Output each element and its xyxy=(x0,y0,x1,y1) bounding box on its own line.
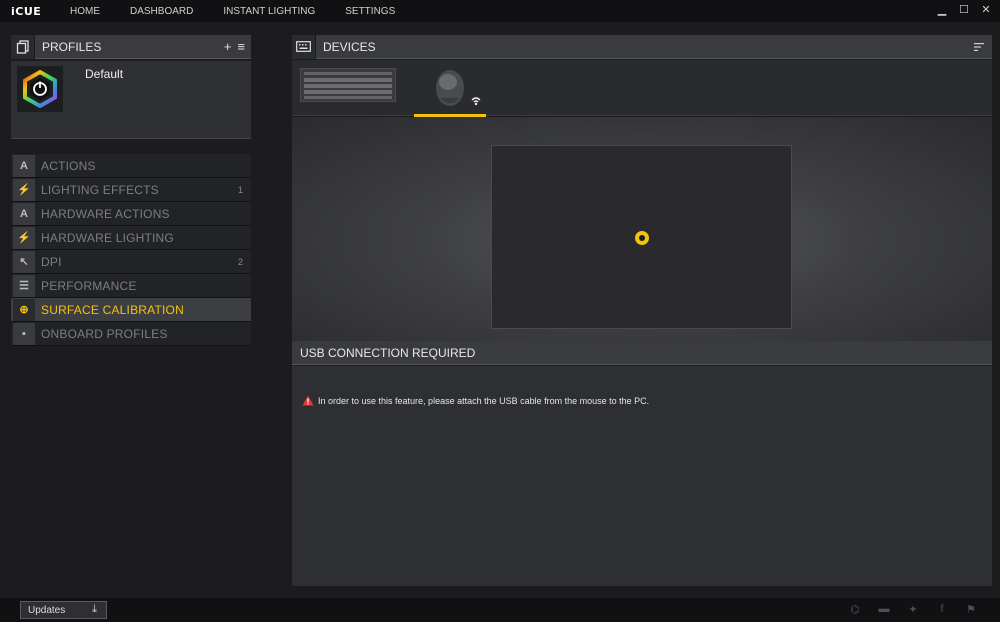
profile-thumbnail xyxy=(17,66,63,112)
status-bar: Updates ⤓ ⌬ ▬ ✦ f ⚑ xyxy=(0,598,1000,622)
nav-home[interactable]: HOME xyxy=(70,6,100,17)
window-controls: ▁ ☐ ✕ xyxy=(936,3,992,16)
dpi-count: 2 xyxy=(237,256,243,267)
menu-onboard-profiles[interactable]: ▪ ONBOARD PROFILES xyxy=(11,322,251,346)
hardware-actions-icon: A xyxy=(13,202,35,225)
profile-default[interactable]: Default xyxy=(11,61,251,139)
lighting-effects-count: 1 xyxy=(237,184,243,195)
maximize-icon[interactable]: ☐ xyxy=(958,3,970,16)
menu-actions[interactable]: A ACTIONS xyxy=(11,154,251,178)
keyboard-device-icon xyxy=(299,67,397,103)
left-panel: PROFILES + ≡ Default A ACTIONS ⚡ LIGHTIN… xyxy=(11,34,251,346)
usb-title: USB CONNECTION REQUIRED xyxy=(300,345,476,360)
usb-panel: In order to use this feature, please att… xyxy=(292,366,992,586)
app-logo: iCUE xyxy=(11,4,42,18)
profiles-icon xyxy=(11,34,35,59)
calibration-stage xyxy=(292,117,992,341)
wireless-mouse-icon xyxy=(436,70,481,106)
corsair-icon[interactable]: ⚑ xyxy=(964,603,978,616)
feature-menu: A ACTIONS ⚡ LIGHTING EFFECTS 1 A HARDWAR… xyxy=(11,154,251,346)
menu-surface-calibration[interactable]: ⊕ SURFACE CALIBRATION xyxy=(11,298,251,322)
warning-icon xyxy=(302,395,314,406)
profile-name: Default xyxy=(85,67,124,81)
forum-icon[interactable]: ⌬ xyxy=(848,603,862,616)
lightning-icon: ⚡ xyxy=(13,178,35,201)
devices-title: DEVICES xyxy=(323,39,376,54)
profiles-header: PROFILES + ≡ xyxy=(11,34,251,59)
updates-label: Updates xyxy=(28,604,66,616)
nav-settings[interactable]: SETTINGS xyxy=(345,6,395,17)
menu-lighting-effects[interactable]: ⚡ LIGHTING EFFECTS 1 xyxy=(11,178,251,202)
menu-dpi[interactable]: ↖ DPI 2 xyxy=(11,250,251,274)
nav-dashboard[interactable]: DASHBOARD xyxy=(130,6,193,17)
device-strip xyxy=(292,60,992,117)
performance-icon: ☰ xyxy=(13,274,35,297)
minimize-icon[interactable]: ▁ xyxy=(936,3,948,16)
profiles-title: PROFILES xyxy=(42,39,102,54)
devices-header: DEVICES xyxy=(292,34,992,59)
actions-icon: A xyxy=(13,154,35,177)
hardware-lightning-icon: ⚡ xyxy=(13,226,35,249)
keyboard-icon xyxy=(292,34,316,59)
usb-message-text: In order to use this feature, please att… xyxy=(318,395,650,406)
usb-header: USB CONNECTION REQUIRED xyxy=(292,341,992,365)
menu-hardware-actions[interactable]: A HARDWARE ACTIONS xyxy=(11,202,251,226)
keyboard-device[interactable] xyxy=(299,67,397,103)
chat-icon[interactable]: ▬ xyxy=(877,603,891,616)
twitter-icon[interactable]: ✦ xyxy=(906,603,920,616)
calibration-target[interactable] xyxy=(635,231,649,245)
title-bar: iCUE HOME DASHBOARD INSTANT LIGHTING SET… xyxy=(0,0,1000,22)
menu-hardware-lighting[interactable]: ⚡ HARDWARE LIGHTING xyxy=(11,226,251,250)
calibration-surface[interactable] xyxy=(491,145,792,329)
usb-message: In order to use this feature, please att… xyxy=(302,395,649,406)
devices-menu-icon[interactable] xyxy=(974,38,984,56)
close-icon[interactable]: ✕ xyxy=(980,3,992,16)
social-links: ⌬ ▬ ✦ f ⚑ xyxy=(848,603,978,616)
onboard-profile-icon: ▪ xyxy=(13,322,35,345)
add-profile-icon[interactable]: + xyxy=(224,39,232,54)
facebook-icon[interactable]: f xyxy=(935,603,949,616)
menu-performance[interactable]: ☰ PERFORMANCE xyxy=(11,274,251,298)
updates-button[interactable]: Updates ⤓ xyxy=(20,601,107,619)
nav-instant-lighting[interactable]: INSTANT LIGHTING xyxy=(223,6,315,17)
cursor-icon: ↖ xyxy=(13,250,35,273)
crosshair-icon: ⊕ xyxy=(13,298,35,321)
download-icon: ⤓ xyxy=(92,603,97,615)
mouse-device-selected[interactable] xyxy=(414,68,486,117)
profiles-menu-icon[interactable]: ≡ xyxy=(237,39,245,54)
icue-profile-icon xyxy=(23,70,57,108)
